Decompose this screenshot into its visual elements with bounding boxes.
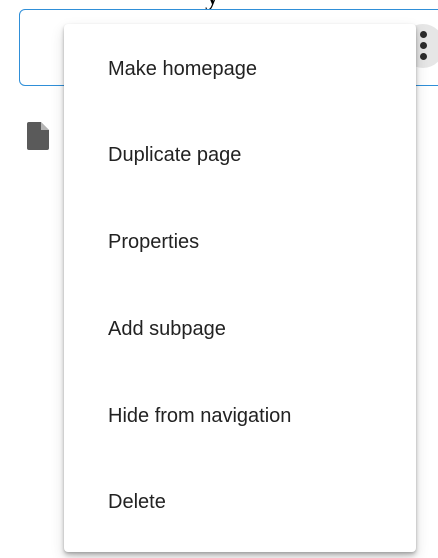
more-dot-icon — [420, 53, 427, 60]
menu-item-label: Duplicate page — [108, 143, 242, 166]
menu-item-duplicate-page[interactable]: Duplicate page — [64, 112, 416, 198]
menu-item-hide-from-navigation[interactable]: Hide from navigation — [64, 373, 416, 459]
menu-item-label: Delete — [108, 490, 166, 513]
page-context-menu: Make homepage Duplicate page Properties … — [64, 24, 416, 552]
menu-item-make-homepage[interactable]: Make homepage — [64, 26, 416, 112]
menu-item-label: Make homepage — [108, 57, 257, 80]
menu-item-label: Add subpage — [108, 317, 226, 340]
page-document-icon — [27, 122, 49, 150]
more-dot-icon — [420, 31, 427, 38]
page-editor: y Make homepage Duplicate page Propertie… — [0, 0, 438, 558]
menu-item-label: Properties — [108, 230, 200, 253]
menu-item-label: Hide from navigation — [108, 404, 292, 427]
more-dot-icon — [420, 42, 427, 49]
menu-item-add-subpage[interactable]: Add subpage — [64, 286, 416, 372]
menu-item-properties[interactable]: Properties — [64, 199, 416, 285]
menu-item-delete[interactable]: Delete — [64, 459, 416, 545]
